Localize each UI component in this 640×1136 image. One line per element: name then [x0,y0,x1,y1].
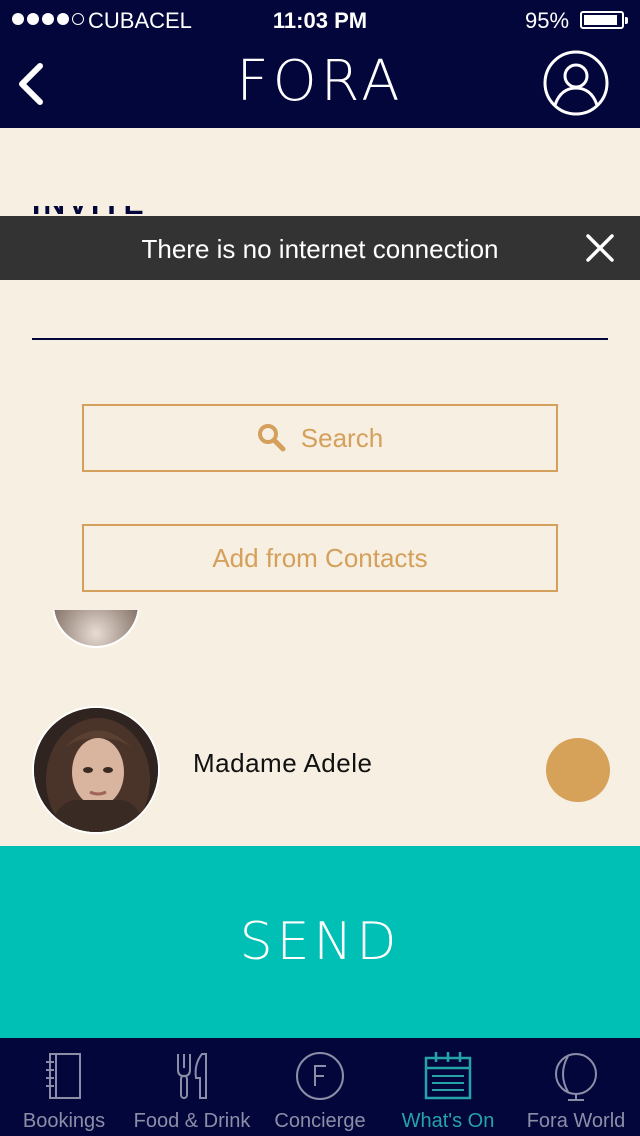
avatar [52,610,140,668]
search-button[interactable]: Search [82,404,558,472]
globe-icon [555,1053,597,1101]
banner-message: There is no internet connection [141,234,499,264]
tab-bookings[interactable]: Bookings [0,1038,128,1136]
add-from-contacts-label: Add from Contacts [212,542,428,573]
profile-button[interactable] [542,49,610,117]
banner-close-button[interactable] [580,228,620,268]
invite-content: INVITE There is no internet connection S… [0,128,640,846]
tab-bar: Bookings Food & Drink Concierge What's O… [0,1038,640,1136]
contact-photo [34,708,158,832]
cutlery-icon [177,1053,207,1099]
top-nav-bar: FORA [0,40,640,128]
tab-label: Fora World [526,1110,626,1132]
send-label: SEND [239,912,401,972]
tab-food-drink[interactable]: Food & Drink [128,1038,256,1136]
tab-whats-on[interactable]: What's On [384,1038,512,1136]
concierge-f-icon [296,1052,344,1100]
title-underline [32,338,608,340]
tab-label: What's On [401,1110,495,1132]
battery-percent: 95% [525,8,570,33]
magnifier-icon [257,424,286,452]
tab-fora-world[interactable]: Fora World [512,1038,640,1136]
search-label: Search [300,422,384,453]
tab-concierge[interactable]: Concierge [256,1038,384,1136]
no-connection-banner: There is no internet connection [0,216,640,280]
contact-name: Madame Adele [193,748,373,778]
tab-label: Bookings [22,1110,106,1132]
battery-icon [580,11,628,29]
add-from-contacts-button[interactable]: Add from Contacts [82,524,558,592]
calendar-icon [424,1052,472,1100]
close-icon [586,234,614,262]
contact-select-toggle[interactable] [546,738,610,802]
tab-label: Food & Drink [133,1110,251,1132]
send-button[interactable]: SEND [0,846,640,1038]
tab-label: Concierge [274,1110,366,1132]
notebook-icon [46,1053,81,1099]
contact-avatar [32,706,160,834]
user-circle-icon [543,50,609,116]
status-bar: CUBACEL 11:03 PM 95% [0,0,640,40]
